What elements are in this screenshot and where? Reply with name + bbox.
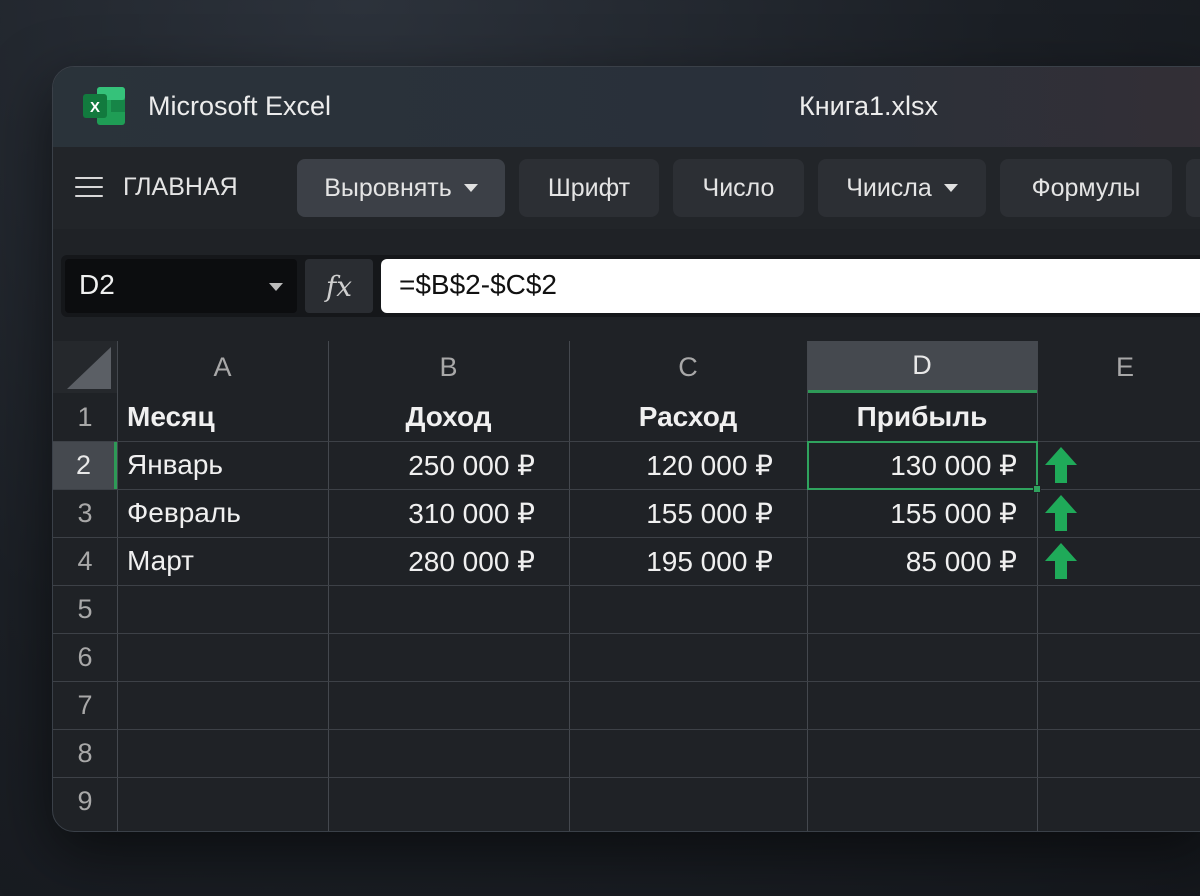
cell-b3[interactable]: 310 000 ₽ [328,489,569,537]
column-header-c[interactable]: C [569,341,807,393]
column-header-b[interactable]: B [328,341,569,393]
ribbon: ГЛАВНАЯ Выровнять Шрифт Число Чиисла Фор… [53,147,1200,229]
excel-logo-icon: X [83,87,125,125]
grid-line [53,777,1200,778]
cell-b1[interactable]: Доход [328,393,569,441]
cell-d3[interactable]: 155 000 ₽ [807,489,1037,537]
arrow-up-icon [1045,495,1077,531]
number-button[interactable]: Число [673,159,804,217]
app-title: Microsoft Excel [148,91,332,121]
hamburger-menu-icon[interactable] [75,177,103,199]
row-header-8[interactable]: 8 [53,729,117,777]
formulas-button[interactable]: Формулы [1000,159,1172,217]
cell-c4[interactable]: 195 000 ₽ [569,537,807,585]
chevron-down-icon [463,184,478,192]
more-ribbon-button[interactable] [1186,159,1200,217]
grid-line [1037,341,1038,831]
cell-a1[interactable]: Месяц [117,393,328,441]
font-button[interactable]: Шрифт [519,159,659,217]
cell-b2[interactable]: 250 000 ₽ [328,441,569,489]
grid-line [53,633,1200,634]
row-header-3[interactable]: 3 [53,489,117,537]
insert-function-button[interactable]: fx [305,259,373,313]
chevron-down-icon [943,184,958,192]
cell-c2[interactable]: 120 000 ₽ [569,441,807,489]
row-header-9[interactable]: 9 [53,777,117,825]
cell-a3[interactable]: Февраль [117,489,328,537]
column-header-a[interactable]: A [117,341,328,393]
cell-c1[interactable]: Расход [569,393,807,441]
cell-a4[interactable]: Март [117,537,328,585]
grid-line [53,729,1200,730]
column-header-d[interactable]: D [807,341,1037,393]
cell-c3[interactable]: 155 000 ₽ [569,489,807,537]
file-name: Книга1.xlsx [799,91,939,121]
row-header-2[interactable]: 2 [53,441,117,489]
cell-d1[interactable]: Прибыль [807,393,1037,441]
arrow-up-icon [1045,447,1077,483]
spreadsheet-grid: A B C D E 1 2 3 4 5 6 7 8 9 Месяц Доход … [53,341,1200,831]
row-header-6[interactable]: 6 [53,633,117,681]
svg-text:X: X [90,99,100,116]
chevron-down-icon[interactable] [269,283,283,291]
active-cell-border [807,441,1041,493]
formula-input[interactable]: =$B$2-$C$2 [381,259,1200,313]
formula-bar: D2 fx =$B$2-$C$2 [61,255,1200,317]
grid-line [53,681,1200,682]
column-header-e[interactable]: E [1037,341,1200,393]
row-header-7[interactable]: 7 [53,681,117,729]
select-all-corner[interactable] [53,341,117,393]
name-box[interactable]: D2 [65,259,297,313]
cell-b4[interactable]: 280 000 ₽ [328,537,569,585]
select-all-triangle-icon [67,347,111,389]
arrow-up-icon [1045,543,1077,579]
row-header-5[interactable]: 5 [53,585,117,633]
tab-home[interactable]: ГЛАВНАЯ [123,173,238,202]
grid-line [53,585,1200,586]
fill-handle[interactable] [1033,485,1041,493]
excel-window: X Microsoft Excel Книга1.xlsx ГЛАВНАЯ Вы… [52,66,1200,832]
cell-d4[interactable]: 85 000 ₽ [807,537,1037,585]
numbers-dropdown-button[interactable]: Чиисла [818,159,986,217]
row-header-1[interactable]: 1 [53,393,117,441]
align-button[interactable]: Выровнять [297,159,505,217]
title-bar: X Microsoft Excel Книга1.xlsx [53,67,1200,147]
row-header-4[interactable]: 4 [53,537,117,585]
cell-a2[interactable]: Январь [117,441,328,489]
